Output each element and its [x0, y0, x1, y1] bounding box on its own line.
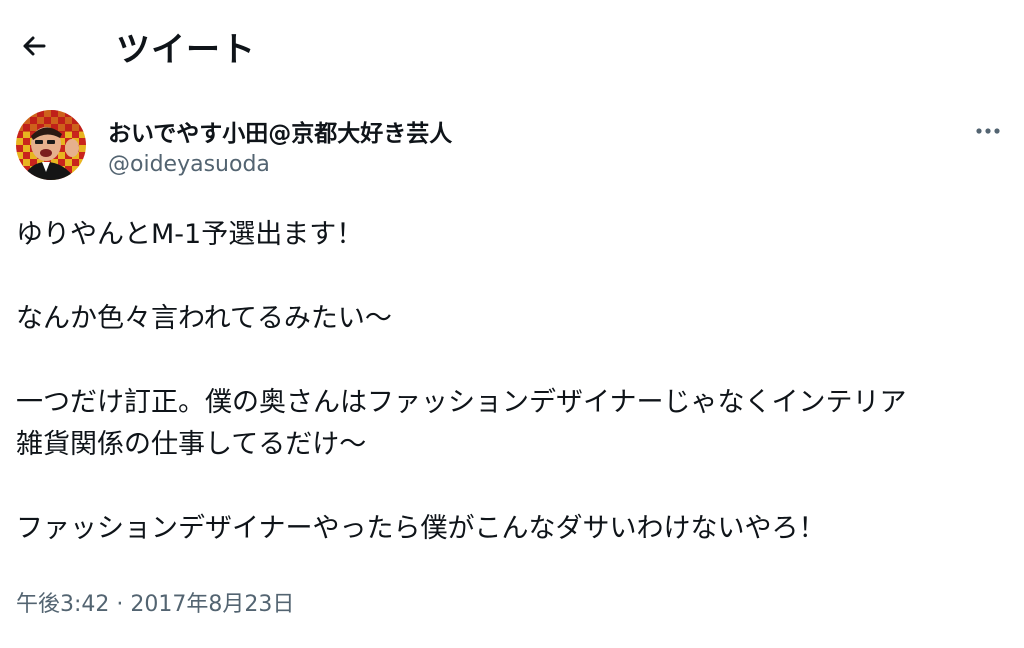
arrow-left-icon [23, 36, 46, 56]
author-handle[interactable]: @oideyasuoda [108, 152, 270, 177]
avatar-image [16, 110, 86, 180]
tweet-timestamp[interactable]: 午後3:42 · 2017年8月23日 [16, 586, 294, 618]
more-options-button[interactable] [968, 116, 1008, 146]
header-bar: ツイート [0, 0, 1024, 90]
tweet-text: ゆりやんとM-1予選出ます！ なんか色々言われてるみたい〜 一つだけ訂正。僕の奥… [16, 214, 1012, 550]
avatar[interactable] [16, 110, 86, 180]
tweet-line: 雑貨関係の仕事してるだけ〜 [16, 429, 367, 460]
more-horizontal-icon [976, 128, 1000, 134]
tweet-line: ゆりやんとM-1予選出ます！ [16, 219, 364, 250]
tweet-line: 一つだけ訂正。僕の奥さんはファッションデザイナーじゃなくインテリア [16, 387, 907, 418]
back-button[interactable] [16, 28, 52, 64]
tweet-line: ファッションデザイナーやったら僕がこんなダサいわけないやろ！ [16, 513, 826, 544]
tweet-detail-page: ツイート おいでやす小田@京都大好き芸人 @oideyasuoda ゆりやんとM… [0, 0, 1024, 648]
author-display-name[interactable]: おいでやす小田@京都大好き芸人 [108, 114, 452, 148]
tweet-line: なんか色々言われてるみたい〜 [16, 303, 392, 334]
page-title: ツイート [116, 30, 256, 70]
